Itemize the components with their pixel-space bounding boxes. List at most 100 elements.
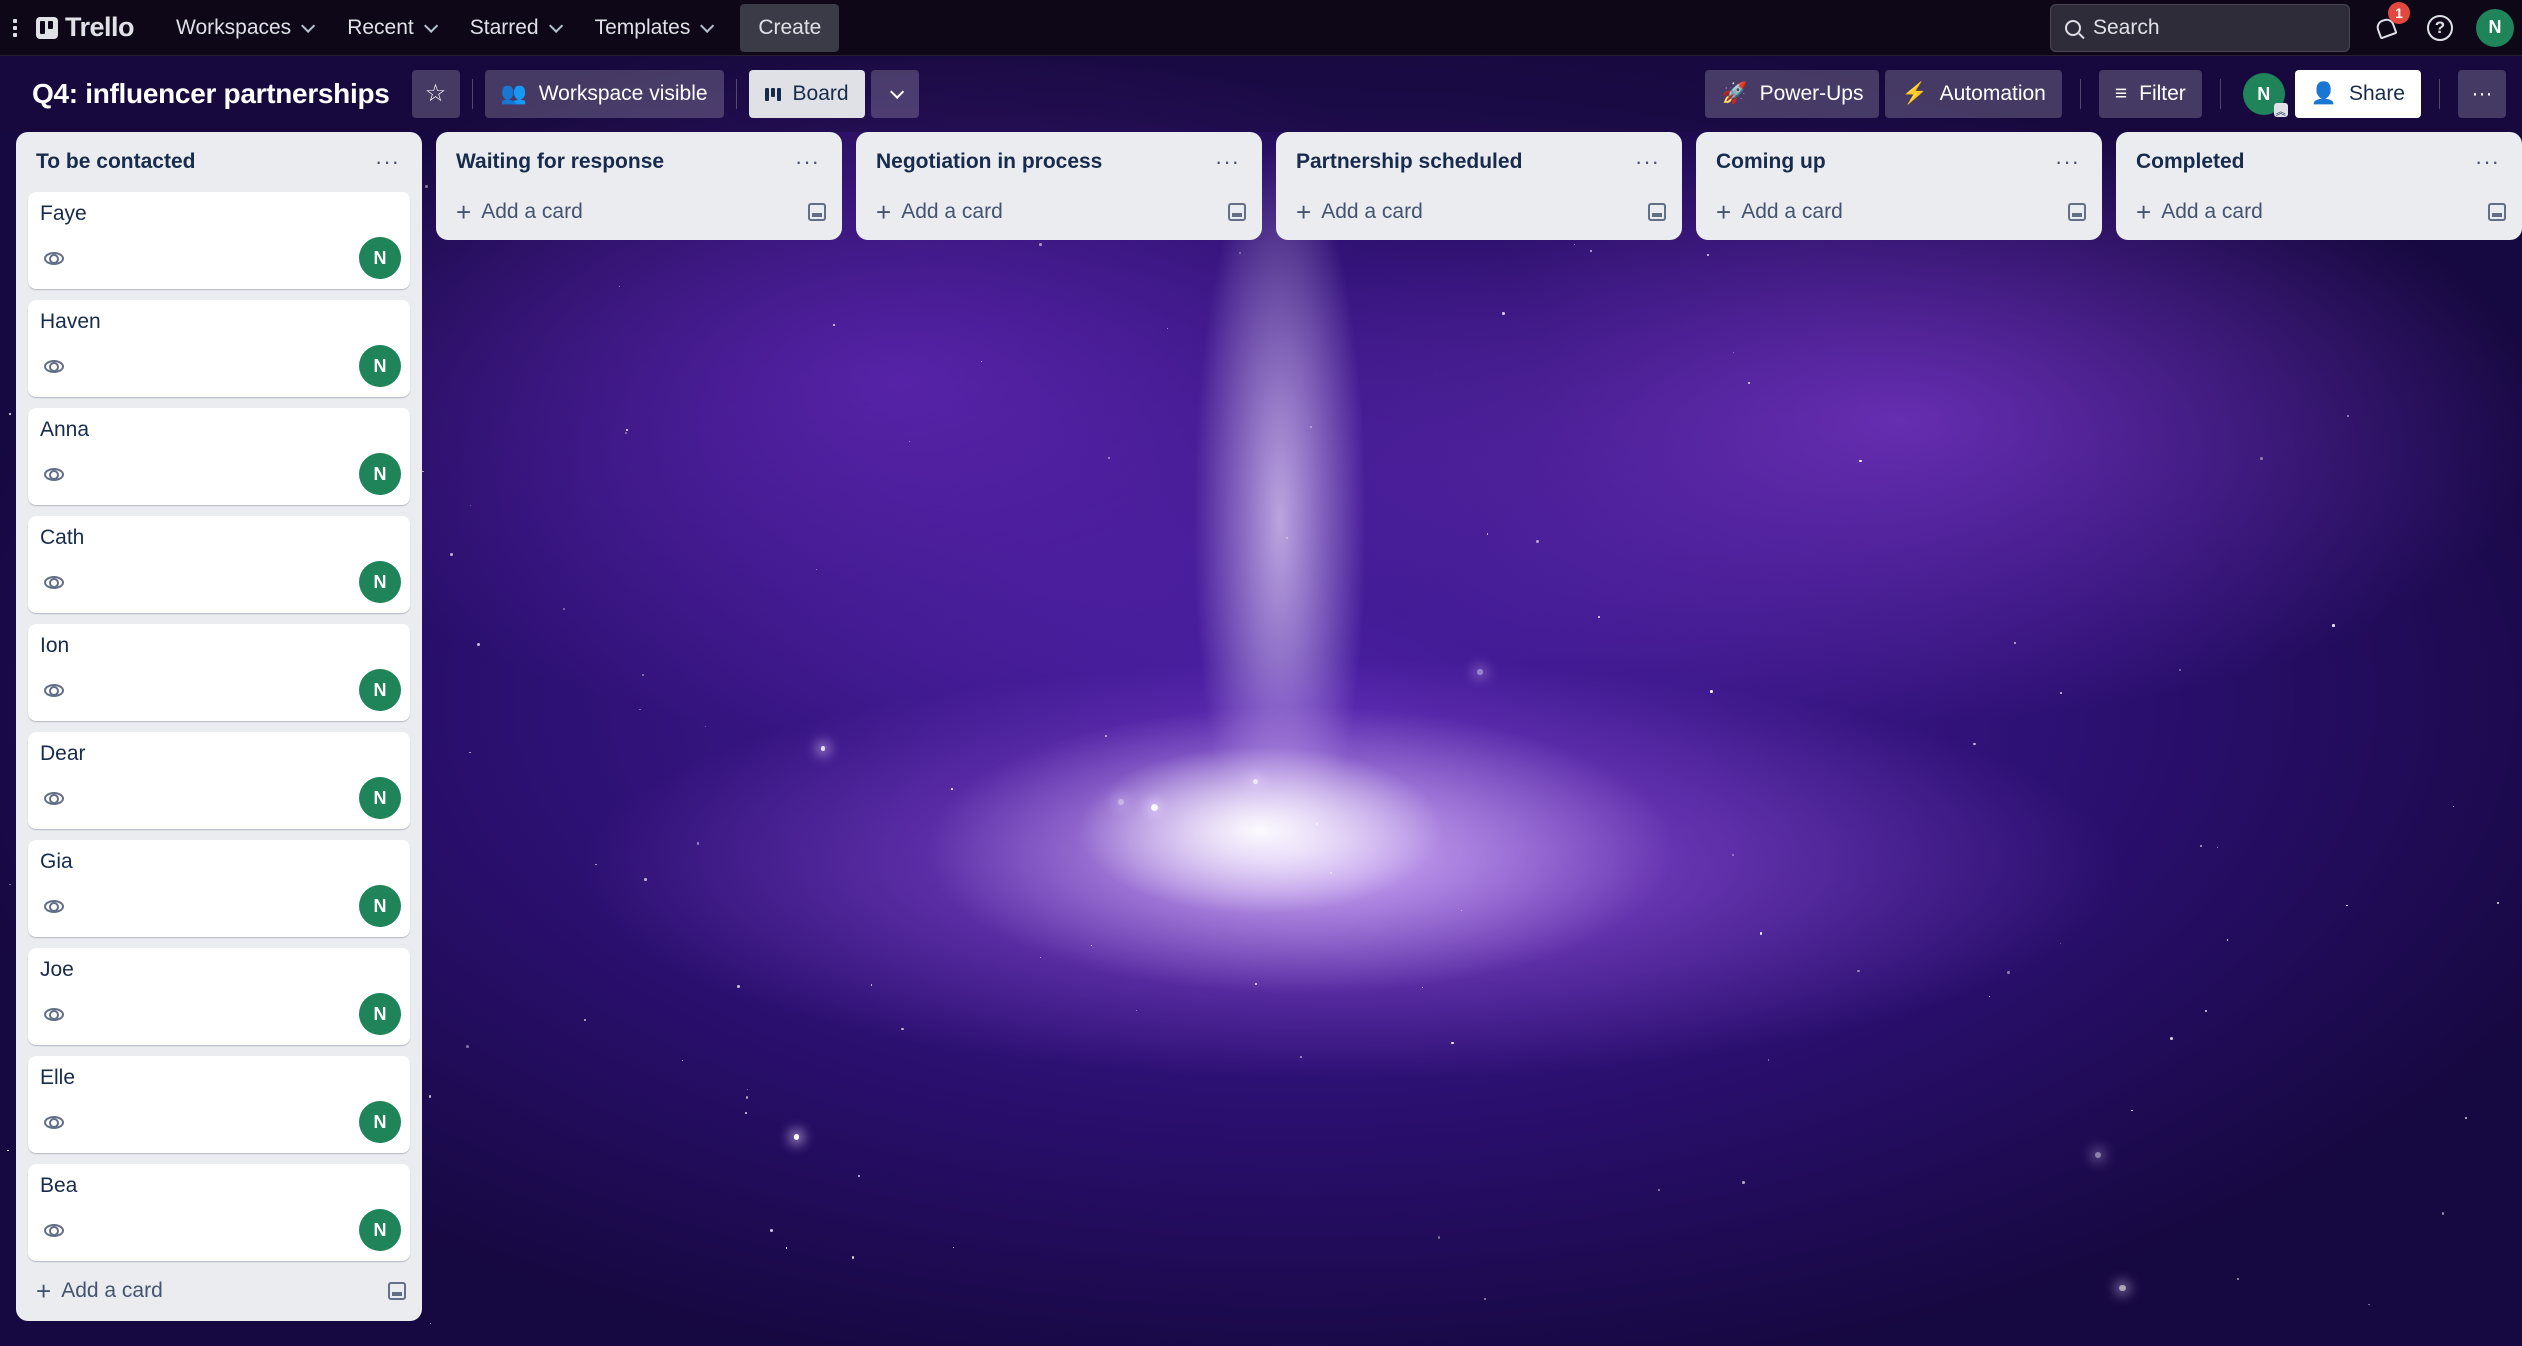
search-input[interactable]: Search [2050,3,2350,52]
card[interactable]: Ion N [28,624,410,721]
card-member-avatar[interactable]: N [359,777,401,819]
card[interactable]: Dear N [28,732,410,829]
divider [735,79,737,109]
create-from-template-icon[interactable] [1648,203,1666,221]
board-member[interactable]: N ︽ [2242,73,2288,118]
nav-recent[interactable]: Recent [333,6,448,50]
list: Negotiation in process ··· + Add a card [856,132,1262,240]
filter-icon: ≡ [2114,82,2128,105]
share-button[interactable]: 👤 Share [2294,70,2421,118]
notifications-button[interactable]: 1 [2368,1,2410,46]
create-from-template-icon[interactable] [1228,203,1246,221]
watching-eye-icon [44,468,64,481]
trello-logo[interactable]: Trello [36,12,135,43]
list: Waiting for response ··· + Add a card [436,132,842,240]
automation-label: Automation [1939,82,2046,105]
list-title[interactable]: To be contacted [32,150,195,174]
list-menu-icon[interactable]: ··· [1629,151,1666,173]
visibility-button[interactable]: 👥 Workspace visible [484,70,724,118]
card[interactable]: Elle N [28,1056,410,1153]
card-member-avatar[interactable]: N [359,345,401,387]
board-header: Q4: influencer partnerships ☆ 👥 Workspac… [0,56,2522,132]
list-title[interactable]: Coming up [1712,150,1826,174]
card-member-avatar[interactable]: N [359,885,401,927]
share-label: Share [2348,82,2405,105]
rocket-icon: 🚀 [1721,82,1748,105]
board-menu-button[interactable]: ··· [2458,70,2506,118]
account-avatar[interactable]: N [2476,8,2514,47]
card[interactable]: Cath N [28,516,410,613]
watching-eye-icon [44,900,64,913]
list-title[interactable]: Waiting for response [452,150,664,174]
star-dot [9,883,12,886]
lightning-icon: ⚡ [1901,82,1928,105]
card-member-avatar[interactable]: N [359,1101,401,1143]
list-menu-icon[interactable]: ··· [2049,151,2086,173]
create-button[interactable]: Create [740,3,840,52]
board-title[interactable]: Q4: influencer partnerships [32,78,390,110]
add-card-button[interactable]: + Add a card [1712,199,1843,225]
add-card-button[interactable]: + Add a card [872,199,1003,225]
automation-button[interactable]: ⚡ Automation [1885,70,2062,118]
card-list: Faye N Haven N Anna N Cath N Ion N Dear N Gia N Joe N El… [28,184,410,1261]
card-title: Dear [40,742,86,765]
list: Coming up ··· + Add a card [1696,132,2102,240]
add-person-icon: 👤 [2310,82,2337,105]
search-icon [2065,19,2081,36]
create-from-template-icon[interactable] [388,1282,406,1300]
power-ups-button[interactable]: 🚀 Power-Ups [1705,70,1880,118]
list-footer: + Add a card [448,184,830,240]
add-card-button[interactable]: + Add a card [2132,199,2263,225]
card[interactable]: Joe N [28,948,410,1045]
nav-templates[interactable]: Templates [581,6,725,50]
nav-label: Starred [469,15,539,39]
list-title[interactable]: Negotiation in process [872,150,1102,174]
watching-eye-icon [44,360,64,373]
list-footer: + Add a card [1708,184,2090,240]
visibility-label: Workspace visible [538,82,708,105]
list-title[interactable]: Completed [2132,150,2245,174]
watching-eye-icon [44,1116,64,1129]
list-menu-icon[interactable]: ··· [1209,151,1246,173]
card-member-avatar[interactable]: N [359,669,401,711]
star-board-button[interactable]: ☆ [411,70,460,118]
card-title: Bea [40,1174,78,1197]
nav-workspaces[interactable]: Workspaces [162,6,325,50]
switch-views-button[interactable] [870,70,919,118]
divider [2439,79,2440,109]
list-menu-icon[interactable]: ··· [369,151,406,173]
add-card-button[interactable]: + Add a card [452,199,583,225]
watching-eye-icon [44,684,64,697]
help-button[interactable]: ? [2422,10,2458,46]
add-card-button[interactable]: + Add a card [32,1278,163,1304]
card-member-avatar[interactable]: N [359,561,401,603]
filter-label: Filter [2139,82,2186,105]
create-from-template-icon[interactable] [2488,203,2506,221]
list: To be contacted ··· Faye N Haven N Anna N Cath N I… [16,132,422,1321]
list-menu-icon[interactable]: ··· [2469,151,2506,173]
list-title[interactable]: Partnership scheduled [1292,150,1522,174]
nav-starred[interactable]: Starred [456,6,573,50]
star-dot [429,1322,432,1325]
filter-button[interactable]: ≡ Filter [2098,70,2202,118]
card[interactable]: Haven N [28,300,410,397]
card[interactable]: Anna N [28,408,410,505]
list: Partnership scheduled ··· + Add a card [1276,132,1682,240]
add-card-button[interactable]: + Add a card [1292,199,1423,225]
card-member-avatar[interactable]: N [359,453,401,495]
create-from-template-icon[interactable] [2068,203,2086,221]
list-footer: + Add a card [868,184,1250,240]
card[interactable]: Gia N [28,840,410,937]
card[interactable]: Faye N [28,192,410,289]
board-view-button[interactable]: Board [748,70,865,118]
list-menu-icon[interactable]: ··· [789,151,826,173]
card-member-avatar[interactable]: N [359,993,401,1035]
list: Completed ··· + Add a card [2116,132,2522,240]
board-header-right: 🚀 Power-Ups ⚡ Automation ≡ Filter N ︽ 👤 … [1705,70,2506,118]
card-member-avatar[interactable]: N [359,237,401,279]
card[interactable]: Bea N [28,1164,410,1261]
list-footer: + Add a card [1288,184,1670,240]
create-from-template-icon[interactable] [808,203,826,221]
card-member-avatar[interactable]: N [359,1209,401,1251]
app-switcher-button[interactable] [8,10,22,46]
